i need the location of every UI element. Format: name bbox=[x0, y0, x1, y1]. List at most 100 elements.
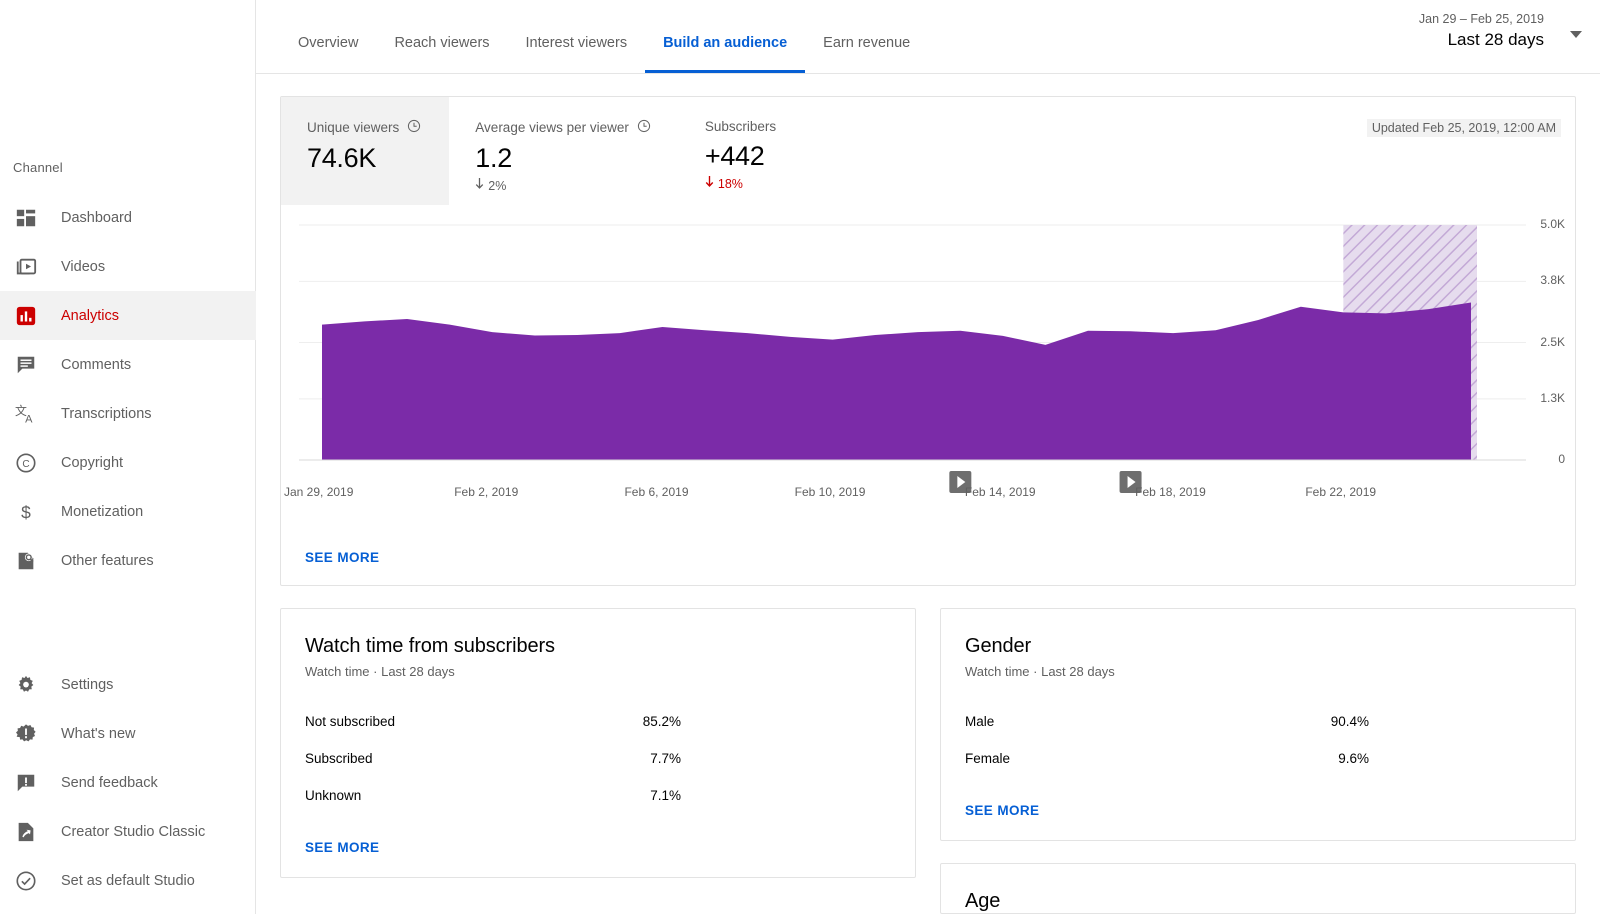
svg-text:A: A bbox=[25, 413, 33, 425]
sidebar-item-set-as-default-studio[interactable]: Set as default Studio bbox=[0, 856, 256, 905]
analytics-topbar: Overview Reach viewers Interest viewers … bbox=[256, 0, 1600, 74]
x-axis-ticks: Jan 29, 2019 Feb 2, 2019 Feb 6, 2019 Feb 10… bbox=[281, 485, 1575, 505]
sidebar-item-transcriptions[interactable]: 文A Transcriptions bbox=[0, 389, 256, 438]
date-range-selector[interactable]: Jan 29 – Feb 25, 2019 Last 28 days bbox=[1419, 10, 1544, 52]
sidebar-item-other-features[interactable]: Other features bbox=[0, 536, 256, 585]
right-column: Gender Watch time · Last 28 days Male 90… bbox=[940, 608, 1576, 914]
tab-earn-revenue[interactable]: Earn revenue bbox=[805, 35, 928, 73]
metric-subscribers[interactable]: Subscribers +442 18% bbox=[679, 97, 829, 205]
bar-percent: 7.7% bbox=[650, 751, 681, 766]
bar-row: Unknown 7.1% bbox=[305, 777, 891, 814]
sidebar-item-comments[interactable]: Comments bbox=[0, 340, 256, 389]
clock-icon bbox=[407, 119, 421, 136]
metric-title-label: Unique viewers bbox=[307, 120, 400, 135]
metric-value: +442 bbox=[704, 141, 765, 171]
sidebar-item-analytics[interactable]: Analytics bbox=[0, 291, 256, 340]
x-axis-tick-label: Feb 22, 2019 bbox=[1305, 485, 1377, 499]
svg-text:C: C bbox=[22, 459, 29, 470]
updated-timestamp: Updated Feb 25, 2019, 12:00 AM bbox=[1366, 119, 1561, 137]
sidebar-item-creator-studio-classic[interactable]: Creator Studio Classic bbox=[0, 807, 256, 856]
y-axis-tick-label: 5.0K bbox=[1540, 217, 1565, 231]
date-range-subtitle: Jan 29 – Feb 25, 2019 bbox=[1418, 12, 1544, 26]
sidebar-item-monetization[interactable]: $ Monetization bbox=[0, 487, 256, 536]
svg-text:$: $ bbox=[21, 502, 31, 522]
panel-subtitle: Watch time · Last 28 days bbox=[965, 664, 1115, 679]
sidebar-item-whats-new[interactable]: What's new bbox=[0, 709, 256, 758]
bar-label: Male bbox=[965, 714, 995, 729]
metric-delta-value: 2% bbox=[488, 178, 507, 193]
metric-delta-value: 18% bbox=[717, 176, 743, 191]
panel-subtitle: Watch time · Last 28 days bbox=[305, 664, 455, 679]
arrow-down-icon bbox=[475, 178, 484, 193]
tab-overview[interactable]: Overview bbox=[280, 35, 376, 73]
metric-title-label: Subscribers bbox=[704, 119, 777, 134]
y-axis-tick-label: 2.5K bbox=[1540, 334, 1565, 349]
metric-delta: 18% bbox=[705, 176, 801, 191]
unique-viewers-area-chart[interactable] bbox=[281, 213, 1551, 513]
monetization-icon: $ bbox=[13, 499, 39, 525]
bar-row: Subscribed 7.7% bbox=[305, 740, 891, 777]
bar-track bbox=[691, 749, 891, 768]
metric-title: Unique viewers bbox=[307, 119, 421, 136]
sidebar-item-label: Set as default Studio bbox=[61, 872, 195, 889]
chart-see-more-link[interactable]: SEE MORE bbox=[305, 550, 379, 565]
sidebar-item-send-feedback[interactable]: Send feedback bbox=[0, 758, 256, 807]
check-circle-icon bbox=[13, 868, 39, 894]
comments-icon bbox=[13, 352, 39, 378]
sidebar-item-label: Other features bbox=[61, 552, 154, 569]
bar-percent: 90.4% bbox=[1330, 714, 1369, 729]
chart-plot-area: 5.0K 3.8K 2.5K 1.3K 0 Jan 29, 2019 Feb 2, 201… bbox=[281, 213, 1575, 513]
watch-time-from-subscribers-card: Watch time from subscribers Watch time ·… bbox=[280, 608, 916, 878]
panel-title: Gender bbox=[965, 635, 1032, 657]
app-root: Channel Dashboard Videos Analytics Comme… bbox=[0, 0, 1600, 914]
bar-track bbox=[691, 786, 891, 805]
x-axis-tick-label: Feb 2, 2019 bbox=[454, 485, 519, 499]
metric-unique-viewers[interactable]: Unique viewers 74.6K bbox=[281, 97, 450, 205]
chevron-down-icon[interactable] bbox=[1570, 31, 1582, 38]
videos-icon bbox=[13, 254, 39, 280]
main-content: Overview Reach viewers Interest viewers … bbox=[256, 0, 1600, 914]
y-axis-tick-label: 0 bbox=[1558, 452, 1565, 466]
x-axis-tick-label: Feb 14, 2019 bbox=[964, 485, 1036, 499]
unique-viewers-chart-card: Unique viewers 74.6K Average views per v… bbox=[280, 96, 1576, 586]
date-range-label: Last 28 days bbox=[1447, 30, 1544, 49]
sidebar-item-label: Videos bbox=[61, 258, 106, 275]
tab-interest-viewers[interactable]: Interest viewers bbox=[508, 35, 646, 73]
gender-see-more-link[interactable]: SEE MORE bbox=[965, 803, 1551, 818]
clock-icon bbox=[637, 119, 651, 136]
sidebar-item-copyright[interactable]: C Copyright bbox=[0, 438, 256, 487]
feedback-icon bbox=[13, 770, 39, 796]
panel-body: Watch time from subscribers Watch time ·… bbox=[281, 609, 915, 877]
panel-body: Gender Watch time · Last 28 days Male 90… bbox=[941, 609, 1575, 840]
sidebar-item-dashboard[interactable]: Dashboard bbox=[0, 193, 256, 242]
left-column: Watch time from subscribers Watch time ·… bbox=[280, 608, 916, 914]
bar-label: Not subscribed bbox=[305, 714, 396, 729]
gender-bar-list: Male 90.4% Female 9.6% bbox=[965, 703, 1551, 777]
watch-time-see-more-link[interactable]: SEE MORE bbox=[305, 840, 891, 855]
tab-build-an-audience[interactable]: Build an audience bbox=[645, 35, 806, 73]
panel-body: Age bbox=[941, 864, 1575, 913]
sidebar-section-label: Channel bbox=[13, 160, 63, 175]
sidebar-item-label: Transcriptions bbox=[61, 405, 152, 422]
bar-label: Female bbox=[965, 751, 1011, 766]
bar-track bbox=[1379, 749, 1551, 768]
x-axis-tick-label: Jan 29, 2019 bbox=[284, 485, 354, 499]
bar-row: Male 90.4% bbox=[965, 703, 1551, 740]
x-axis-tick-label: Feb 18, 2019 bbox=[1135, 485, 1206, 499]
metric-average-views-per-viewer[interactable]: Average views per viewer 1.2 2% bbox=[449, 97, 679, 205]
metric-title: Average views per viewer bbox=[475, 119, 651, 136]
sidebar-primary-nav: Dashboard Videos Analytics Comments 文 A … bbox=[0, 193, 256, 585]
bar-label: Subscribed bbox=[305, 751, 373, 766]
gear-icon bbox=[13, 672, 39, 698]
dashboard-icon bbox=[13, 205, 39, 231]
bar-percent: 9.6% bbox=[1338, 751, 1369, 766]
bar-percent: 7.1% bbox=[650, 788, 681, 803]
tab-reach-viewers[interactable]: Reach viewers bbox=[376, 35, 507, 73]
sidebar-item-label: Creator Studio Classic bbox=[61, 823, 206, 840]
copyright-icon: C bbox=[13, 450, 39, 476]
gender-card: Gender Watch time · Last 28 days Male 90… bbox=[940, 608, 1576, 841]
sidebar-item-videos[interactable]: Videos bbox=[0, 242, 256, 291]
metric-value: 74.6K bbox=[307, 143, 377, 173]
x-axis-tick-label: Feb 6, 2019 bbox=[624, 485, 689, 499]
sidebar-item-settings[interactable]: Settings bbox=[0, 660, 256, 709]
